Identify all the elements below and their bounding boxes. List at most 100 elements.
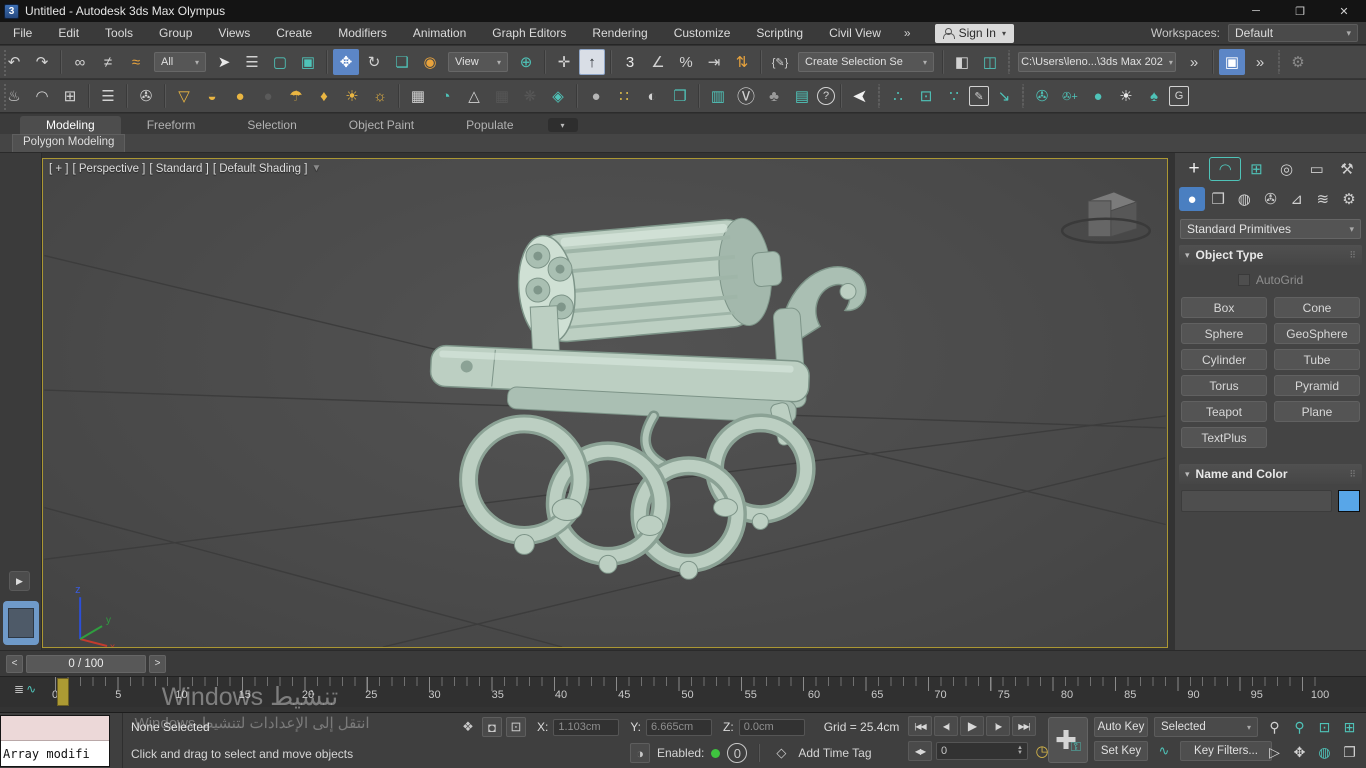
window-crossing-toggle-icon[interactable]: ▣ bbox=[295, 49, 321, 75]
viewport-canvas[interactable]: z x y bbox=[43, 159, 1167, 647]
object-color-swatch[interactable] bbox=[1338, 490, 1360, 512]
snap-axis-constraints-icon[interactable]: ⇅ bbox=[729, 49, 755, 75]
menu-item[interactable]: Scripting bbox=[743, 22, 816, 44]
use-pivot-point-center-icon[interactable]: ⊕ bbox=[513, 49, 539, 75]
snaps-toggle-3d-icon[interactable]: 3 bbox=[617, 49, 643, 75]
unlink-selection-icon[interactable]: ≠ bbox=[95, 49, 121, 75]
menu-item[interactable]: Tools bbox=[92, 22, 146, 44]
toolbar-icon[interactable] bbox=[942, 50, 944, 74]
edit-named-selection-sets-icon[interactable]: {✎} bbox=[767, 49, 793, 75]
mirror-icon[interactable]: ◧ bbox=[949, 49, 975, 75]
toolbar-icon[interactable] bbox=[1278, 50, 1280, 74]
pan-hand-icon[interactable]: ✥ bbox=[1287, 740, 1312, 765]
document-icon[interactable]: ▤ bbox=[789, 83, 815, 109]
zoom-region-icon[interactable]: ▷ bbox=[1262, 740, 1287, 765]
menu-item[interactable]: Group bbox=[146, 22, 205, 44]
selection-center-icon[interactable]: ⊡ bbox=[913, 83, 939, 109]
ribbon-tab-selection[interactable]: Selection bbox=[221, 116, 322, 134]
previous-frame-slider-button[interactable]: < bbox=[6, 654, 23, 673]
display-tab-icon[interactable]: ▭ bbox=[1302, 157, 1332, 181]
timeline-ruler[interactable]: 0 5 10 15 20 25 30 35 40 45 50 55 60 65 70 75 80 85 90 95 10… bbox=[52, 677, 1329, 707]
mini-curve-editor-icon[interactable]: ≣ ∿ bbox=[14, 682, 36, 696]
toolbar-icon[interactable] bbox=[398, 84, 400, 108]
viewport-menu-general[interactable]: [ + ] bbox=[49, 163, 69, 175]
maximize-button[interactable]: ❐ bbox=[1278, 0, 1322, 22]
workspace-dropdown[interactable]: Default bbox=[1228, 24, 1358, 42]
add-time-tag[interactable]: Add Time Tag bbox=[798, 746, 871, 760]
teal-camera-icon[interactable]: ✇ bbox=[1029, 83, 1055, 109]
asset-window-icon[interactable]: ⊞ bbox=[57, 83, 83, 109]
key-filters-button[interactable]: Key Filters... bbox=[1180, 741, 1272, 761]
sun-positioner-icon[interactable]: ☼ bbox=[367, 83, 393, 109]
zoom-extents-icon[interactable]: ⊡ bbox=[1312, 715, 1337, 740]
white-light-icon[interactable]: ☀ bbox=[1113, 83, 1139, 109]
close-button[interactable]: ✕ bbox=[1322, 0, 1366, 22]
helpers-subtab-icon[interactable]: ⊿ bbox=[1284, 187, 1310, 211]
ribbon-collapse-icon[interactable]: ▾ bbox=[547, 118, 578, 132]
name-and-color-rollout[interactable]: ▾ Name and Color ⠿ bbox=[1179, 464, 1362, 484]
align-icon[interactable]: ◫ bbox=[977, 49, 1003, 75]
menu-item[interactable]: Graph Editors bbox=[479, 22, 579, 44]
listener-script-line[interactable]: Array modifi bbox=[1, 741, 109, 766]
toolbar-icon[interactable] bbox=[1022, 84, 1024, 108]
spacewarps-subtab-icon[interactable]: ≋ bbox=[1310, 187, 1336, 211]
polygon-modeling-tab[interactable]: Polygon Modeling bbox=[12, 134, 126, 152]
menu-overflow-icon[interactable]: » bbox=[894, 26, 921, 40]
toolbar-icon[interactable] bbox=[698, 84, 700, 108]
spinner-snap-toggle-icon[interactable]: ⇥ bbox=[701, 49, 727, 75]
orbit-icon[interactable]: ◍ bbox=[1312, 740, 1337, 765]
selection-filter-dropdown[interactable]: All bbox=[154, 52, 206, 72]
toolbar-overflow-icon[interactable]: » bbox=[1181, 49, 1207, 75]
scatter-icon[interactable]: ∴ bbox=[885, 83, 911, 109]
modify-tab-icon[interactable]: ◠ bbox=[1209, 157, 1242, 181]
app-icon[interactable]: 3 bbox=[4, 3, 19, 19]
disabled-grass-icon[interactable]: ❋ bbox=[517, 83, 543, 109]
transform-gizmo-icon[interactable]: ❖ bbox=[458, 717, 478, 737]
toolbar-icon[interactable] bbox=[878, 84, 880, 108]
cameras-subtab-icon[interactable]: ✇ bbox=[1257, 187, 1283, 211]
project-folder-dropdown[interactable]: C:\Users\leno...\3ds Max 202 bbox=[1018, 52, 1176, 72]
object-type-button[interactable]: Cone bbox=[1274, 297, 1360, 318]
umbrella-light-icon[interactable]: ☂ bbox=[283, 83, 309, 109]
viewport-menu-shading[interactable]: [ Default Shading ] bbox=[213, 163, 308, 175]
redo-icon[interactable]: ↷ bbox=[29, 49, 55, 75]
toolbar-icon[interactable] bbox=[610, 50, 612, 74]
absolute-mode-icon[interactable]: ⊡ bbox=[506, 717, 526, 737]
systems-subtab-icon[interactable]: ⚙ bbox=[1336, 187, 1362, 211]
wire-cube-icon[interactable]: ▦ bbox=[405, 83, 431, 109]
select-by-name-icon[interactable]: ☰ bbox=[239, 49, 265, 75]
cursor-icon[interactable]: ➤ bbox=[847, 83, 873, 109]
sphere-light-icon[interactable]: ● bbox=[227, 83, 253, 109]
percent-snap-toggle-icon[interactable]: % bbox=[673, 49, 699, 75]
shapes-arc-icon[interactable]: ◠ bbox=[29, 83, 55, 109]
object-type-button[interactable]: Torus bbox=[1181, 375, 1267, 396]
hierarchy-tab-icon[interactable]: ⊞ bbox=[1241, 157, 1271, 181]
teal-sphere-icon[interactable]: ◔ bbox=[433, 83, 459, 109]
toolbar-icon[interactable] bbox=[1212, 50, 1214, 74]
select-object-icon[interactable]: ➤ bbox=[211, 49, 237, 75]
keyboard-shortcut-override-icon[interactable]: ↑ bbox=[579, 49, 605, 75]
listener-macro-line[interactable] bbox=[1, 716, 109, 742]
primitive-category-dropdown[interactable]: Standard Primitives bbox=[1180, 219, 1361, 239]
current-frame-field[interactable]: 0 ▲ ▼ bbox=[936, 742, 1028, 760]
select-and-rotate-icon[interactable]: ↻ bbox=[361, 49, 387, 75]
object-type-button[interactable]: Plane bbox=[1274, 401, 1360, 422]
disabled-grid-icon[interactable]: ▦ bbox=[489, 83, 515, 109]
toolbar-icon[interactable] bbox=[326, 50, 328, 74]
distant-crate-object[interactable] bbox=[1060, 191, 1152, 244]
frame-spinner[interactable]: ▲ ▼ bbox=[1017, 745, 1023, 756]
set-keys-button[interactable]: ✚ ⚿ bbox=[1048, 717, 1088, 763]
viewport-filter-icon[interactable]: ▼ bbox=[311, 163, 321, 175]
camera-icon[interactable]: ✇ bbox=[133, 83, 159, 109]
set-key-button[interactable]: Set Key bbox=[1094, 741, 1148, 761]
zoom-all-icon[interactable]: ⚲ bbox=[1287, 715, 1312, 740]
shapes-subtab-icon[interactable]: ❒ bbox=[1205, 187, 1231, 211]
ribbon-tab-object-paint[interactable]: Object Paint bbox=[323, 116, 440, 134]
selection-lock-icon[interactable]: ◘ bbox=[482, 717, 502, 737]
paint-icon[interactable]: ✎ bbox=[969, 86, 989, 106]
time-slider[interactable]: < 0 / 100 > bbox=[0, 650, 1366, 676]
overflow-chevron-icon[interactable]: » bbox=[1247, 49, 1273, 75]
toolbar-icon[interactable] bbox=[576, 84, 578, 108]
object-type-button[interactable]: Box bbox=[1181, 297, 1267, 318]
toolbar-icon[interactable] bbox=[840, 84, 842, 108]
